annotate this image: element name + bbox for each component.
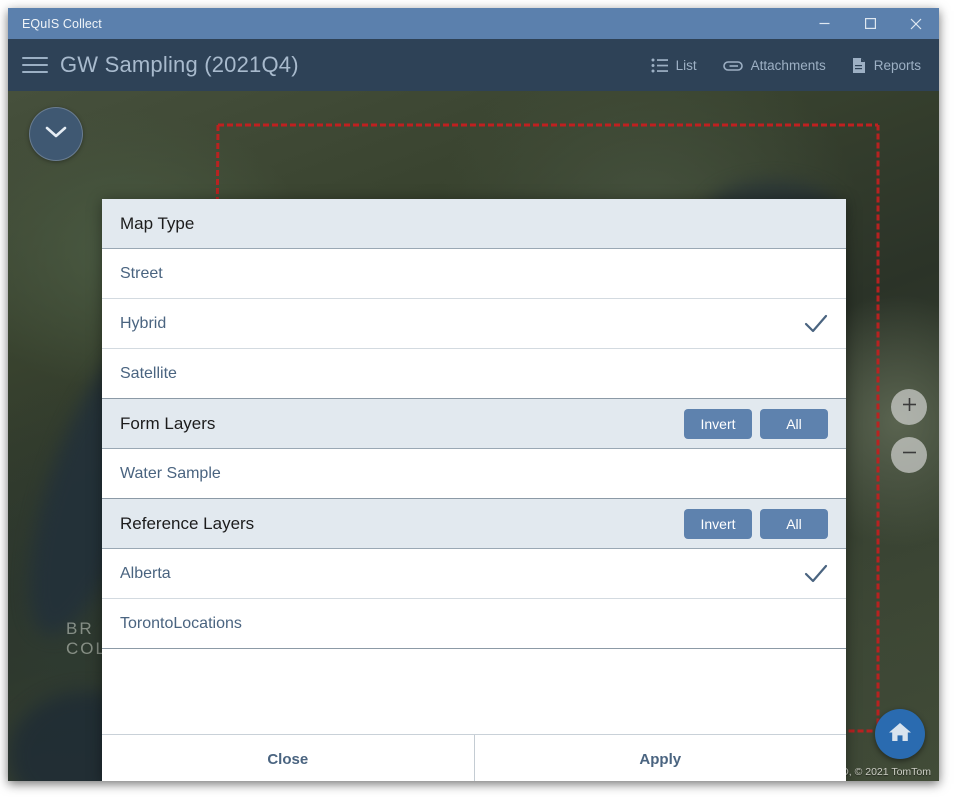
invert-button-form-layers[interactable]: Invert xyxy=(684,408,752,439)
option-row-alberta[interactable]: Alberta xyxy=(102,549,846,599)
section-buttons: Invert All xyxy=(684,408,828,439)
section-header-form-layers: Form Layers Invert All xyxy=(102,399,846,449)
header-actions: List Attachments Reports xyxy=(625,57,939,74)
map-canvas[interactable]: BR COL couver land © 2021 Microsoft Corp… xyxy=(8,91,939,781)
window-controls xyxy=(801,8,939,39)
collapse-panel-button[interactable] xyxy=(29,107,83,161)
dialog-empty-space xyxy=(102,649,846,735)
hamburger-icon[interactable] xyxy=(22,55,48,75)
window-titlebar: EQuIS Collect xyxy=(8,8,939,39)
option-label: Alberta xyxy=(120,564,171,582)
option-row-hybrid[interactable]: Hybrid xyxy=(102,299,846,349)
minimize-button[interactable] xyxy=(801,8,847,39)
option-label: TorontoLocations xyxy=(120,614,242,632)
option-row-torontolocations[interactable]: TorontoLocations xyxy=(102,599,846,649)
close-dialog-button[interactable]: Close xyxy=(102,735,474,781)
header-action-label: List xyxy=(675,57,697,73)
close-icon xyxy=(909,17,923,31)
section-title: Reference Layers xyxy=(120,513,255,533)
close-button[interactable] xyxy=(893,8,939,39)
all-button-form-layers[interactable]: All xyxy=(760,408,828,439)
list-icon xyxy=(651,58,668,73)
application-window: EQuIS Collect GW Sampling (2021Q4) List … xyxy=(8,8,939,781)
map-layers-dialog: Map Type Street Hybrid Satellite Form La… xyxy=(102,199,846,781)
dialog-footer: Close Apply xyxy=(102,735,846,781)
section-header-reference-layers: Reference Layers Invert All xyxy=(102,499,846,549)
header-action-reports[interactable]: Reports xyxy=(852,57,921,74)
minimize-icon xyxy=(818,17,831,30)
chevron-down-icon xyxy=(44,125,68,144)
option-label: Hybrid xyxy=(120,314,167,332)
option-row-street[interactable]: Street xyxy=(102,249,846,299)
maximize-button[interactable] xyxy=(847,8,893,39)
map-home-button[interactable] xyxy=(875,709,925,759)
page-title: GW Sampling (2021Q4) xyxy=(60,52,299,77)
plus-icon xyxy=(901,396,918,418)
apply-button[interactable]: Apply xyxy=(475,735,847,781)
option-row-satellite[interactable]: Satellite xyxy=(102,349,846,399)
header-action-attachments[interactable]: Attachments xyxy=(722,57,826,73)
all-button-reference-layers[interactable]: All xyxy=(760,508,828,539)
document-icon xyxy=(852,57,866,74)
option-label: Satellite xyxy=(120,364,177,382)
header-action-label: Attachments xyxy=(750,57,826,73)
app-header: GW Sampling (2021Q4) List Attachments Re… xyxy=(8,39,939,91)
option-label: Street xyxy=(120,264,163,282)
option-row-water-sample[interactable]: Water Sample xyxy=(102,449,846,499)
section-title: Map Type xyxy=(120,213,195,233)
zoom-out-button[interactable] xyxy=(891,437,927,473)
option-label: Water Sample xyxy=(120,464,221,482)
zoom-in-button[interactable] xyxy=(891,389,927,425)
section-title: Form Layers xyxy=(120,413,216,433)
header-action-list[interactable]: List xyxy=(651,58,697,73)
minus-icon xyxy=(901,444,918,466)
section-header-map-type: Map Type xyxy=(102,199,846,249)
checkmark-icon xyxy=(804,314,828,334)
map-place-label: BR COL xyxy=(66,619,107,658)
header-action-label: Reports xyxy=(873,57,921,73)
map-zoom-controls xyxy=(891,389,927,473)
invert-button-reference-layers[interactable]: Invert xyxy=(684,508,752,539)
home-icon xyxy=(887,720,913,749)
section-buttons: Invert All xyxy=(684,508,828,539)
window-title: EQuIS Collect xyxy=(22,16,102,31)
maximize-icon xyxy=(864,17,877,30)
paperclip-icon xyxy=(722,58,743,73)
checkmark-icon xyxy=(804,564,828,584)
